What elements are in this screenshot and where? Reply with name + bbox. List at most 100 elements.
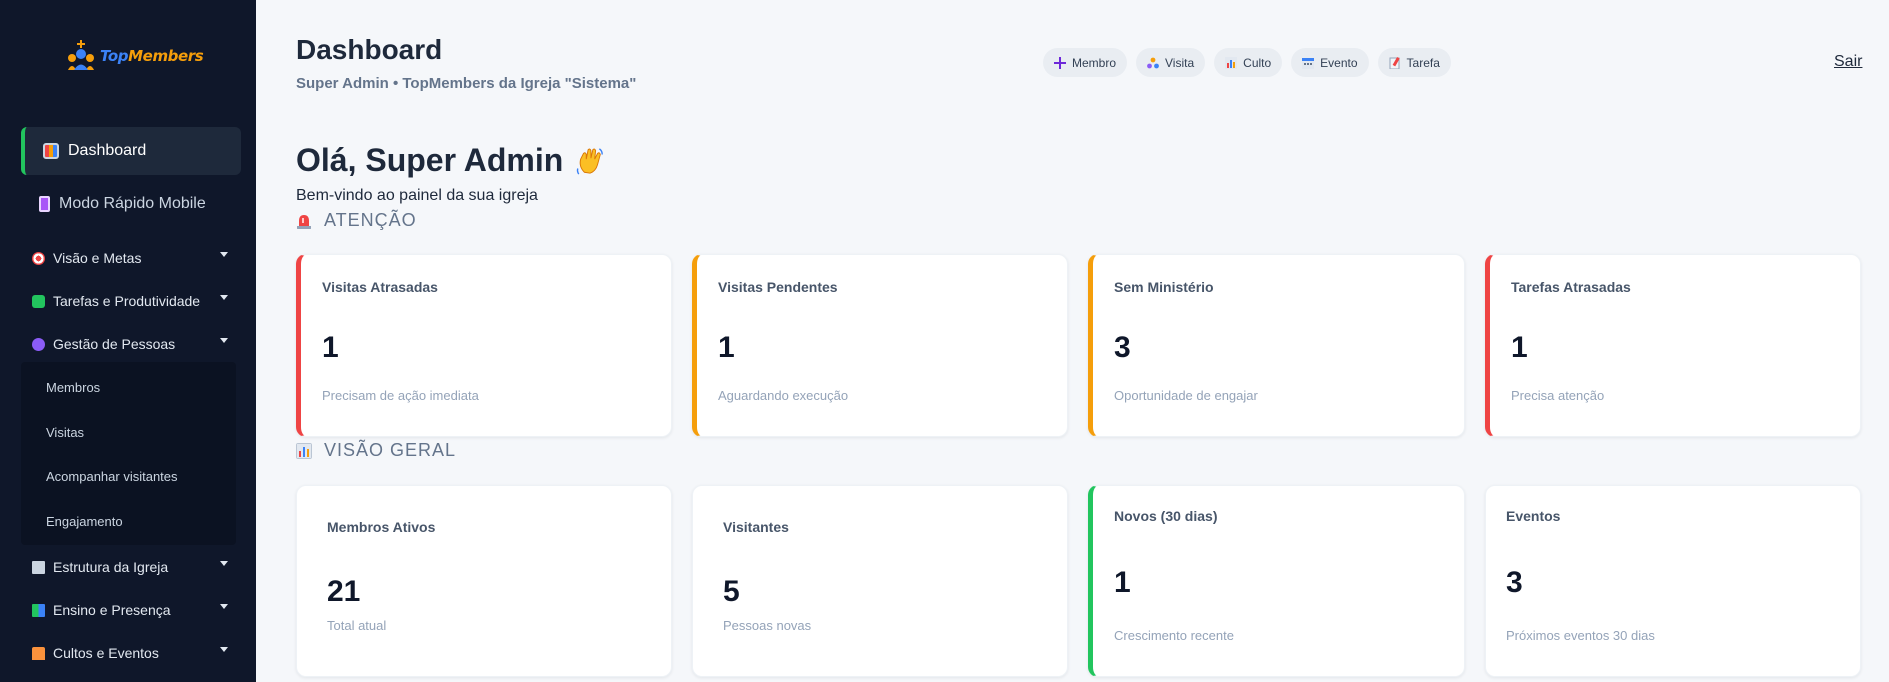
card-visitas-pendentes[interactable]: Visitas Pendentes 1 Aguardando execução — [692, 254, 1068, 437]
card-visitas-atrasadas[interactable]: Visitas Atrasadas 1 Precisam de ação ime… — [296, 254, 672, 437]
sidebar-group-label: Tarefas e Produtividade — [53, 293, 201, 309]
quick-action-label: Tarefa — [1406, 55, 1440, 70]
card-label: Tarefas Atrasadas — [1511, 279, 1631, 295]
card-sem-ministerio[interactable]: Sem Ministério 3 Oportunidade de engajar — [1088, 254, 1465, 437]
page-subtitle: Super Admin • TopMembers da Igreja "Sist… — [296, 75, 637, 92]
sidebar-item-dashboard[interactable]: Dashboard — [21, 127, 241, 175]
welcome-text: Bem-vindo ao painel da sua igreja — [296, 187, 538, 204]
siren-icon — [297, 214, 311, 229]
card-tarefas-atrasadas[interactable]: Tarefas Atrasadas 1 Precisa atenção — [1485, 254, 1861, 437]
people-icon — [1147, 57, 1159, 69]
card-note: Aguardando execução — [718, 388, 849, 403]
page-title: Dashboard — [296, 34, 443, 65]
submenu-item-members[interactable]: Membros — [46, 380, 100, 395]
quick-action-label: Visita — [1165, 55, 1195, 70]
card-value: 1 — [322, 331, 339, 364]
quick-action-label: Evento — [1320, 55, 1358, 70]
sidebar-group-services[interactable]: Cultos e Eventos — [32, 639, 228, 667]
chevron-down-icon — [220, 604, 228, 609]
quick-action-label: Membro — [1072, 55, 1117, 70]
sidebar-group-label: Gestão de Pessoas — [53, 336, 176, 352]
sidebar-group-label: Visão e Metas — [53, 250, 142, 266]
card-visitantes[interactable]: Visitantes 5 Pessoas novas — [692, 485, 1068, 677]
section-heading-overview: VISÃO GERAL — [296, 440, 456, 461]
card-value: 3 — [1114, 331, 1131, 364]
logo-text-top: Top — [100, 47, 129, 65]
sidebar-group-label: Estrutura da Igreja — [53, 559, 169, 575]
puzzle-icon — [32, 294, 45, 308]
sidebar-group-label: Cultos e Eventos — [53, 645, 159, 661]
church-icon — [32, 646, 45, 660]
card-label: Visitas Pendentes — [718, 279, 838, 295]
card-label: Visitantes — [723, 519, 789, 535]
section-heading-attention: ATENÇÃO — [296, 210, 417, 231]
sidebar-group-tasks[interactable]: Tarefas e Produtividade — [32, 287, 228, 315]
quick-actions: Membro Visita Culto Evento Tarefa — [1043, 48, 1451, 77]
card-label: Novos (30 dias) — [1114, 508, 1218, 524]
chevron-down-icon — [220, 561, 228, 566]
sidebar-group-people[interactable]: Gestão de Pessoas — [32, 330, 228, 358]
section-heading-label: ATENÇÃO — [324, 210, 417, 230]
target-icon — [32, 251, 45, 265]
waving-hand-icon — [577, 147, 604, 175]
chart-icon — [43, 143, 59, 159]
card-label: Sem Ministério — [1114, 279, 1214, 295]
card-note: Precisam de ação imediata — [322, 388, 479, 403]
card-label: Visitas Atrasadas — [322, 279, 438, 295]
sidebar: TopMembers Dashboard Modo Rápido Mobile … — [0, 0, 256, 682]
section-heading-label: VISÃO GERAL — [324, 440, 457, 460]
sidebar-item-label: Modo Rápido Mobile — [59, 195, 206, 212]
chart-icon — [296, 442, 312, 459]
logo-icon — [68, 40, 94, 70]
card-value: 5 — [723, 575, 740, 608]
card-label: Membros Ativos — [327, 519, 436, 535]
card-note: Total atual — [327, 618, 387, 633]
quick-add-task-button[interactable]: Tarefa — [1377, 48, 1451, 77]
chevron-down-icon — [220, 338, 228, 343]
card-value: 1 — [718, 331, 735, 364]
chart-icon — [1225, 56, 1238, 69]
card-note: Oportunidade de engajar — [1114, 388, 1258, 403]
quick-action-label: Culto — [1243, 55, 1272, 70]
sidebar-item-quick-mode[interactable]: Modo Rápido Mobile — [21, 180, 241, 228]
greeting-title: Olá, Super Admin — [296, 142, 564, 178]
sidebar-item-label: Dashboard — [68, 142, 147, 159]
logo-text: TopMembers — [100, 47, 204, 65]
sidebar-group-structure[interactable]: Estrutura da Igreja — [32, 553, 228, 581]
card-value: 1 — [1511, 331, 1528, 364]
sidebar-group-label: Ensino e Presença — [53, 602, 171, 618]
quick-add-service-button[interactable]: Culto — [1214, 48, 1283, 77]
quick-add-visit-button[interactable]: Visita — [1136, 48, 1206, 77]
mobile-icon — [39, 196, 50, 212]
card-value: 21 — [327, 575, 361, 608]
card-membros-ativos[interactable]: Membros Ativos 21 Total atual — [296, 485, 672, 677]
card-value: 3 — [1506, 566, 1523, 599]
card-novos-30-dias[interactable]: Novos (30 dias) 1 Crescimento recente — [1088, 485, 1465, 677]
logo[interactable]: TopMembers — [66, 40, 204, 72]
chevron-down-icon — [220, 252, 228, 257]
submenu-item-visits[interactable]: Visitas — [46, 425, 84, 440]
calendar-icon — [1302, 57, 1315, 69]
quick-add-member-button[interactable]: Membro — [1043, 48, 1128, 77]
memo-icon — [1389, 56, 1401, 69]
card-label: Eventos — [1506, 508, 1561, 524]
greeting: Olá, Super Admin — [296, 142, 605, 179]
card-note: Precisa atenção — [1511, 388, 1605, 403]
plus-icon — [1054, 56, 1066, 69]
logout-link[interactable]: Sair — [1834, 53, 1862, 71]
books-icon — [32, 603, 45, 617]
submenu-item-engagement[interactable]: Engajamento — [46, 514, 123, 529]
quick-add-event-button[interactable]: Evento — [1291, 48, 1369, 77]
card-eventos[interactable]: Eventos 3 Próximos eventos 30 dias — [1485, 485, 1861, 677]
card-note: Crescimento recente — [1114, 628, 1234, 643]
chevron-down-icon — [220, 295, 228, 300]
submenu-people: Membros Visitas Acompanhar visitantes En… — [21, 362, 236, 545]
card-value: 1 — [1114, 566, 1131, 599]
building-icon — [32, 560, 45, 574]
sidebar-group-vision[interactable]: Visão e Metas — [32, 244, 228, 272]
people-icon — [32, 337, 45, 351]
card-note: Próximos eventos 30 dias — [1506, 628, 1655, 643]
logo-text-members: Members — [128, 47, 204, 65]
submenu-item-follow-visitors[interactable]: Acompanhar visitantes — [46, 469, 178, 484]
sidebar-group-teaching[interactable]: Ensino e Presença — [32, 596, 228, 624]
